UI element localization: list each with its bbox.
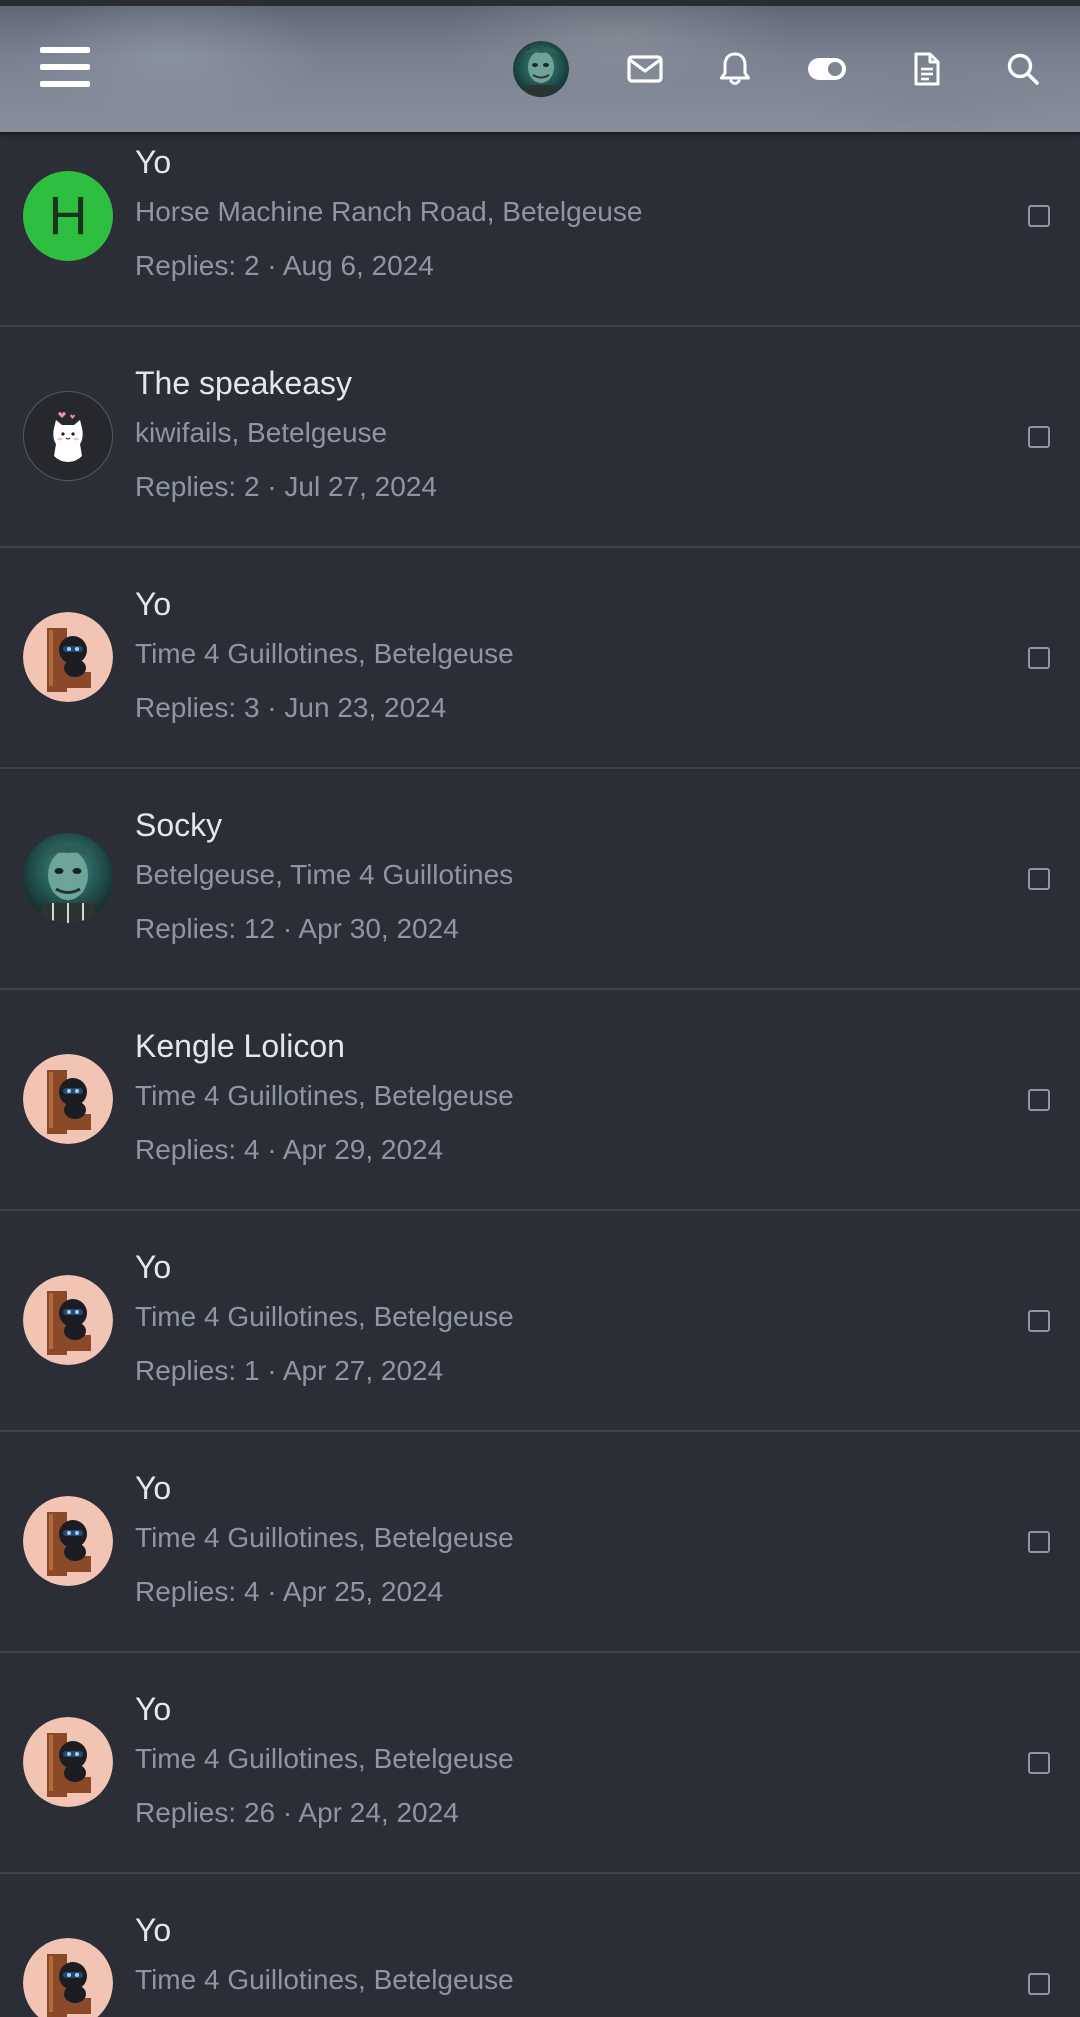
envelope-icon[interactable] [620, 44, 670, 94]
conversation-title[interactable]: Yo [135, 1691, 171, 1728]
conversation-row[interactable]: Yo Time 4 Guillotines, Betelgeuse Replie… [0, 1211, 1080, 1432]
conversation-row[interactable]: H Yo Horse Machine Ranch Road, Betelgeus… [0, 132, 1080, 327]
select-checkbox[interactable] [1028, 205, 1050, 227]
peeking-ninja-avatar[interactable] [23, 1496, 113, 1586]
conversation-row[interactable]: The speakeasy kiwifails, Betelgeuse Repl… [0, 327, 1080, 548]
conversation-title[interactable]: The speakeasy [135, 365, 352, 402]
conversation-participants: Betelgeuse, Time 4 Guillotines [135, 859, 514, 890]
conversation-participants: Time 4 Guillotines, Betelgeuse [135, 638, 514, 669]
user-avatar-icon[interactable] [513, 41, 569, 97]
conversation-row[interactable]: Yo Time 4 Guillotines, Betelgeuse Replie… [0, 1432, 1080, 1653]
peeking-ninja-avatar[interactable] [23, 1275, 113, 1365]
conversation-meta: Replies: 4 · Apr 25, 2024 [135, 1576, 444, 1607]
peeking-ninja-avatar[interactable] [23, 1054, 113, 1144]
conversation-row[interactable]: Yo Time 4 Guillotines, Betelgeuse Replie… [0, 1653, 1080, 1874]
conversation-participants: Time 4 Guillotines, Betelgeuse [135, 1301, 514, 1332]
avatar-letter: H [48, 186, 88, 246]
select-checkbox[interactable] [1028, 1973, 1050, 1995]
select-checkbox[interactable] [1028, 1310, 1050, 1332]
conversation-meta: Replies: 2 · Jul 27, 2024 [135, 471, 437, 502]
conversation-meta: Replies: 26 · Apr 24, 2024 [135, 1797, 459, 1828]
letter-avatar[interactable]: H [23, 171, 113, 261]
conversation-title[interactable]: Socky [135, 807, 222, 844]
top-nav-bar [0, 0, 1080, 132]
select-checkbox[interactable] [1028, 1531, 1050, 1553]
conversation-meta: Replies: 3 · Jun 23, 2024 [135, 692, 447, 723]
conversation-list: H Yo Horse Machine Ranch Road, Betelgeus… [0, 132, 1080, 2017]
conversation-title[interactable]: Yo [135, 144, 171, 181]
conversation-title[interactable]: Kengle Lolicon [135, 1028, 345, 1065]
hamburger-menu-icon[interactable] [30, 36, 100, 98]
peeking-ninja-avatar[interactable] [23, 1717, 113, 1807]
select-checkbox[interactable] [1028, 647, 1050, 669]
conversation-row[interactable]: Kengle Lolicon Time 4 Guillotines, Betel… [0, 990, 1080, 1211]
conversation-participants: Time 4 Guillotines, Betelgeuse [135, 1522, 514, 1553]
conversation-meta: Replies: 4 · Apr 29, 2024 [135, 1134, 444, 1165]
select-checkbox[interactable] [1028, 426, 1050, 448]
select-checkbox[interactable] [1028, 1752, 1050, 1774]
peeking-ninja-avatar[interactable] [23, 1938, 113, 2017]
conversation-meta: Replies: 12 · Apr 30, 2024 [135, 913, 459, 944]
conversation-row[interactable]: Yo Time 4 Guillotines, Betelgeuse Replie… [0, 548, 1080, 769]
toggle-icon[interactable] [802, 44, 852, 94]
search-icon[interactable] [998, 44, 1048, 94]
conversation-meta: Replies: 1 · Apr 27, 2024 [135, 1355, 444, 1386]
conversation-participants: Time 4 Guillotines, Betelgeuse [135, 1743, 514, 1774]
conversation-participants: Horse Machine Ranch Road, Betelgeuse [135, 196, 643, 227]
bell-icon[interactable] [710, 44, 760, 94]
conversation-participants: Time 4 Guillotines, Betelgeuse [135, 1964, 514, 1995]
conversation-title[interactable]: Yo [135, 1249, 171, 1286]
conversation-title[interactable]: Yo [135, 586, 171, 623]
betelgeuse-avatar[interactable] [23, 833, 113, 923]
peeking-ninja-avatar[interactable] [23, 612, 113, 702]
select-checkbox[interactable] [1028, 868, 1050, 890]
conversation-title[interactable]: Yo [135, 1470, 171, 1507]
conversation-row[interactable]: Socky Betelgeuse, Time 4 Guillotines Rep… [0, 769, 1080, 990]
conversation-participants: Time 4 Guillotines, Betelgeuse [135, 1080, 514, 1111]
conversation-row[interactable]: Yo Time 4 Guillotines, Betelgeuse [0, 1874, 1080, 2017]
select-checkbox[interactable] [1028, 1089, 1050, 1111]
conversation-participants: kiwifails, Betelgeuse [135, 417, 388, 448]
cat-avatar[interactable] [23, 391, 113, 481]
conversations-page: H Yo Horse Machine Ranch Road, Betelgeus… [0, 0, 1080, 2017]
conversation-title[interactable]: Yo [135, 1912, 171, 1949]
document-icon[interactable] [902, 44, 952, 94]
conversation-meta: Replies: 2 · Aug 6, 2024 [135, 250, 434, 281]
